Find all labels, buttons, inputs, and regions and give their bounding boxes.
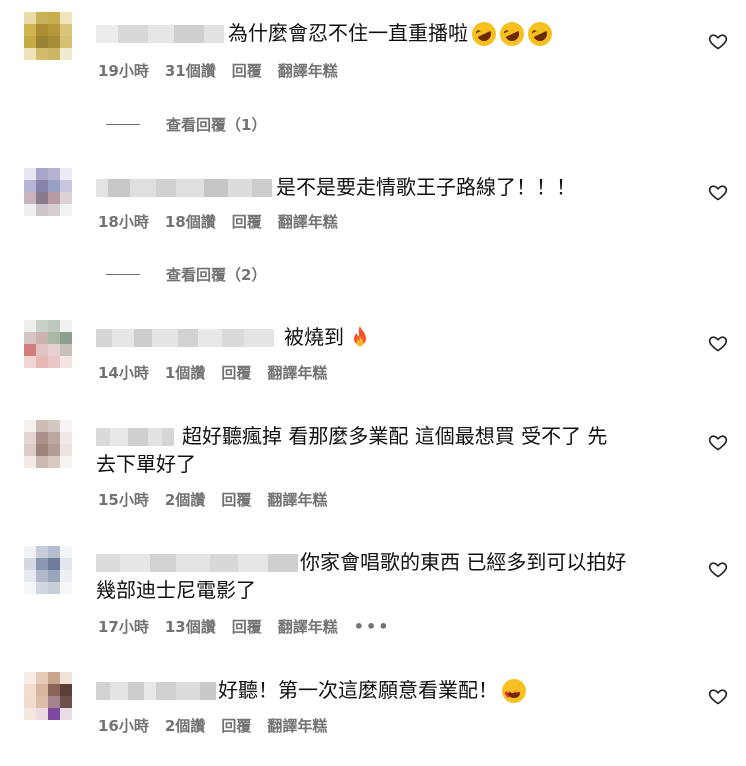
like-count[interactable]: 18個讚 bbox=[165, 213, 216, 231]
avatar[interactable] bbox=[24, 420, 72, 468]
translate-button[interactable]: 翻譯年糕 bbox=[267, 491, 327, 509]
rolling-laugh-emoji-icon bbox=[468, 17, 500, 50]
avatar[interactable] bbox=[24, 546, 72, 594]
translate-button[interactable]: 翻譯年糕 bbox=[278, 62, 338, 80]
comment-meta: 14小時 1個讚 回覆 翻譯年糕 bbox=[98, 362, 343, 383]
avatar[interactable] bbox=[24, 168, 72, 216]
heart-outline-icon[interactable] bbox=[708, 686, 728, 706]
avatar[interactable] bbox=[24, 672, 72, 720]
username-blurred[interactable] bbox=[96, 24, 224, 43]
reply-button[interactable]: 回覆 bbox=[232, 213, 262, 231]
avatar[interactable] bbox=[24, 320, 72, 368]
like-count[interactable]: 2個讚 bbox=[165, 717, 205, 735]
reply-button[interactable]: 回覆 bbox=[232, 618, 262, 636]
translate-button[interactable]: 翻譯年糕 bbox=[267, 364, 327, 382]
comment-meta: 19小時 31個讚 回覆 翻譯年糕 bbox=[98, 60, 354, 81]
comment-text: 被燒到 bbox=[284, 325, 344, 349]
comment-text-line: 超好聽瘋掉 看那麼多業配 這個最想買 受不了 先 bbox=[96, 421, 607, 451]
comment-text-line-2: 去下單好了 bbox=[96, 449, 196, 479]
username-blurred[interactable] bbox=[96, 681, 216, 700]
comment-text-line: 被燒到 bbox=[96, 322, 372, 352]
heart-eyes-emoji-icon bbox=[502, 678, 526, 711]
comment-text-line: 是不是要走情歌王子路線了！！！ bbox=[96, 172, 576, 202]
username-blurred[interactable] bbox=[96, 553, 298, 572]
view-replies-button[interactable]: 查看回覆（2） bbox=[106, 264, 266, 285]
view-replies-button[interactable]: 查看回覆（1） bbox=[106, 114, 266, 135]
comment-text: 為什麼會忍不住一直重播啦 bbox=[228, 21, 468, 45]
fire-emoji-icon bbox=[354, 325, 366, 346]
more-options-icon[interactable]: ••• bbox=[354, 617, 391, 636]
comment-meta: 18小時 18個讚 回覆 翻譯年糕 bbox=[98, 211, 354, 232]
translate-button[interactable]: 翻譯年糕 bbox=[278, 213, 338, 231]
comment-text: 好聽！第一次這麼願意看業配！ bbox=[218, 678, 498, 702]
comment-text-continued: 幾部迪士尼電影了 bbox=[96, 578, 256, 602]
divider-dash bbox=[106, 124, 140, 125]
rolling-laugh-emoji-icon bbox=[496, 17, 528, 50]
comment-text: 是不是要走情歌王子路線了！！！ bbox=[276, 175, 576, 199]
comment-text-line-2: 幾部迪士尼電影了 bbox=[96, 575, 256, 605]
like-count[interactable]: 2個讚 bbox=[165, 491, 205, 509]
reply-button[interactable]: 回覆 bbox=[221, 491, 251, 509]
comment-meta: 16小時 2個讚 回覆 翻譯年糕 bbox=[98, 715, 343, 736]
divider-dash bbox=[106, 274, 140, 275]
translate-button[interactable]: 翻譯年糕 bbox=[267, 717, 327, 735]
heart-outline-icon[interactable] bbox=[708, 31, 728, 51]
comment-text-line: 你家會唱歌的東西 已經多到可以拍好 bbox=[96, 547, 626, 577]
comment-text-line: 好聽！第一次這麼願意看業配！ bbox=[96, 675, 526, 711]
username-blurred[interactable] bbox=[96, 178, 272, 197]
timestamp: 17小時 bbox=[98, 618, 149, 636]
username-blurred[interactable] bbox=[96, 328, 274, 347]
reply-button[interactable]: 回覆 bbox=[221, 364, 251, 382]
comment-meta: 17小時 13個讚 回覆 翻譯年糕 ••• bbox=[98, 616, 406, 637]
comment-text-line: 為什麼會忍不住一直重播啦 bbox=[96, 17, 556, 50]
reply-button[interactable]: 回覆 bbox=[232, 62, 262, 80]
avatar[interactable] bbox=[24, 12, 72, 60]
timestamp: 14小時 bbox=[98, 364, 149, 382]
timestamp: 19小時 bbox=[98, 62, 149, 80]
view-replies-label: 查看回覆（1） bbox=[166, 116, 267, 134]
heart-outline-icon[interactable] bbox=[708, 182, 728, 202]
timestamp: 15小時 bbox=[98, 491, 149, 509]
comment-text-continued: 去下單好了 bbox=[96, 452, 196, 476]
timestamp: 18小時 bbox=[98, 213, 149, 231]
comment-meta: 15小時 2個讚 回覆 翻譯年糕 bbox=[98, 489, 343, 510]
reply-button[interactable]: 回覆 bbox=[221, 717, 251, 735]
heart-outline-icon[interactable] bbox=[708, 333, 728, 353]
username-blurred[interactable] bbox=[96, 427, 174, 446]
comment-text: 你家會唱歌的東西 已經多到可以拍好 bbox=[300, 550, 627, 574]
comment-text: 超好聽瘋掉 看那麼多業配 這個最想買 受不了 先 bbox=[182, 424, 608, 448]
like-count[interactable]: 13個讚 bbox=[165, 618, 216, 636]
view-replies-label: 查看回覆（2） bbox=[166, 266, 267, 284]
rolling-laugh-emoji-icon bbox=[524, 17, 556, 50]
like-count[interactable]: 1個讚 bbox=[165, 364, 205, 382]
heart-outline-icon[interactable] bbox=[708, 559, 728, 579]
translate-button[interactable]: 翻譯年糕 bbox=[278, 618, 338, 636]
heart-outline-icon[interactable] bbox=[708, 432, 728, 452]
like-count[interactable]: 31個讚 bbox=[165, 62, 216, 80]
timestamp: 16小時 bbox=[98, 717, 149, 735]
